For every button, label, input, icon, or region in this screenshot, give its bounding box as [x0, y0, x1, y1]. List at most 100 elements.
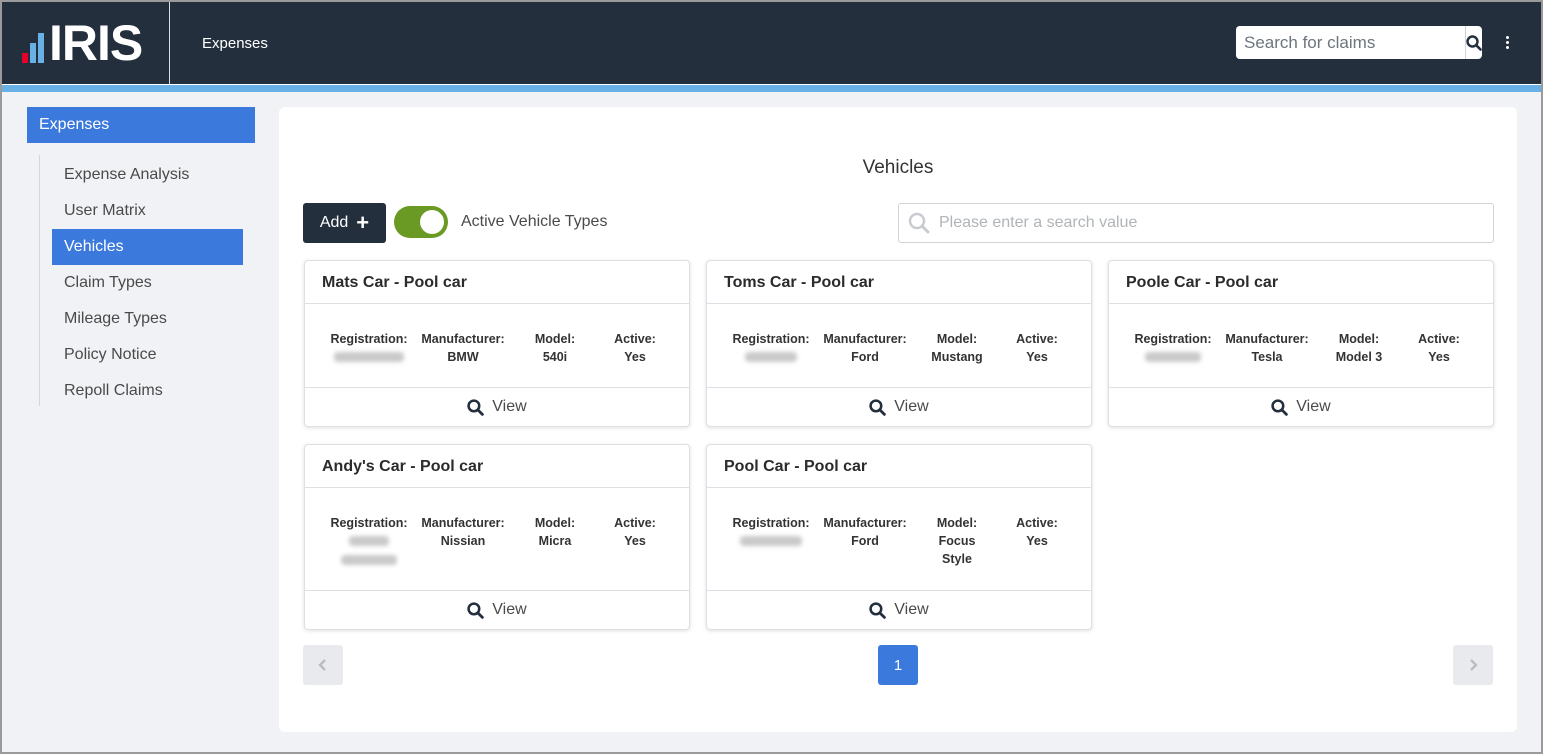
manufacturer-value: BMW — [447, 350, 479, 364]
sidebar-item-policy-notice[interactable]: Policy Notice — [52, 337, 243, 373]
manufacturer-label: Manufacturer: — [1225, 332, 1309, 346]
iris-logo[interactable]: IRIS — [2, 2, 170, 84]
model-value: 540i — [542, 350, 568, 364]
registration-value-redacted — [349, 536, 389, 546]
sidebar-item-expense-analysis[interactable]: Expense Analysis — [52, 157, 243, 193]
add-button-label: Add — [319, 214, 349, 231]
claims-search-button[interactable] — [1465, 26, 1482, 59]
active-value: Yes — [1428, 350, 1450, 364]
model-label: Model: — [1338, 332, 1380, 346]
toggle-label: Active Vehicle Types — [461, 213, 608, 230]
model-label: Model: — [534, 332, 576, 346]
manufacturer-label: Manufacturer: — [421, 332, 505, 346]
active-value: Yes — [624, 350, 646, 364]
search-icon — [869, 601, 887, 619]
view-button[interactable]: View — [707, 387, 1091, 426]
active-value: Yes — [624, 534, 646, 548]
model-label: Model: — [936, 332, 978, 346]
view-label: View — [492, 601, 527, 618]
pagination-page-button[interactable]: 1 — [878, 645, 918, 685]
search-icon — [467, 398, 485, 416]
active-label: Active: — [1016, 332, 1058, 346]
manufacturer-value: Nissian — [440, 534, 486, 548]
search-icon — [1466, 34, 1482, 51]
vehicle-card: Toms Car - Pool car Registration: Manufa… — [706, 260, 1092, 427]
manufacturer-label: Manufacturer: — [823, 332, 907, 346]
model-label: Model: — [534, 516, 576, 530]
sidebar-item-claim-types[interactable]: Claim Types — [52, 265, 243, 301]
more-options-icon[interactable] — [1506, 36, 1510, 51]
view-label: View — [492, 398, 527, 415]
active-vehicle-types-toggle[interactable] — [394, 206, 448, 238]
logo-text: IRIS — [49, 15, 143, 71]
model-value: Mustang — [931, 350, 983, 364]
view-button[interactable]: View — [305, 590, 689, 629]
vehicle-search — [898, 203, 1494, 243]
claims-search — [1236, 26, 1482, 59]
vehicle-card: Pool Car - Pool car Registration: Manufa… — [706, 444, 1092, 630]
vehicle-card: Mats Car - Pool car Registration: Manufa… — [304, 260, 690, 427]
registration-value-redacted — [1145, 352, 1201, 362]
manufacturer-label: Manufacturer: — [823, 516, 907, 530]
search-icon — [467, 601, 485, 619]
vehicle-card-title: Poole Car - Pool car — [1109, 261, 1493, 304]
search-icon — [908, 212, 930, 234]
manufacturer-label: Manufacturer: — [421, 516, 505, 530]
active-label: Active: — [1016, 516, 1058, 530]
registration-value-redacted — [334, 352, 404, 362]
add-vehicle-button[interactable]: Add + — [303, 203, 386, 243]
registration-label: Registration: — [330, 516, 408, 530]
sidebar-item-repoll-claims[interactable]: Repoll Claims — [52, 373, 243, 409]
model-value: Focus Style — [938, 534, 976, 566]
chevron-left-icon — [318, 659, 326, 671]
view-button[interactable]: View — [305, 387, 689, 426]
view-button[interactable]: View — [707, 590, 1091, 629]
manufacturer-value: Ford — [851, 350, 879, 364]
vehicle-card: Andy's Car - Pool car Registration: Manu… — [304, 444, 690, 630]
pagination-next-button[interactable] — [1453, 645, 1493, 685]
toggle-knob — [420, 210, 444, 234]
registration-label: Registration: — [732, 516, 810, 530]
active-value: Yes — [1026, 350, 1048, 364]
registration-value-redacted — [745, 352, 797, 362]
search-icon — [869, 398, 887, 416]
pagination-prev-button[interactable] — [303, 645, 343, 685]
registration-label: Registration: — [732, 332, 810, 346]
active-label: Active: — [614, 332, 656, 346]
manufacturer-value: Tesla — [1251, 350, 1283, 364]
search-icon — [1271, 398, 1289, 416]
view-label: View — [1296, 398, 1331, 415]
vehicle-card-title: Mats Car - Pool car — [305, 261, 689, 304]
registration-label: Registration: — [1134, 332, 1212, 346]
plus-icon: + — [356, 210, 370, 235]
claims-search-input[interactable] — [1236, 26, 1465, 59]
manufacturer-value: Ford — [851, 534, 879, 548]
page-title: Vehicles — [862, 157, 934, 178]
view-button[interactable]: View — [1109, 387, 1493, 426]
active-label: Active: — [614, 516, 656, 530]
header-accent-strip — [2, 84, 1541, 92]
top-bar: IRIS Expenses — [2, 2, 1541, 84]
sidebar-item-mileage-types[interactable]: Mileage Types — [52, 301, 243, 337]
view-label: View — [894, 601, 929, 618]
vehicle-card-title: Toms Car - Pool car — [707, 261, 1091, 304]
vehicle-card-title: Pool Car - Pool car — [707, 445, 1091, 488]
active-label: Active: — [1418, 332, 1460, 346]
view-label: View — [894, 398, 929, 415]
model-label: Model: — [936, 516, 978, 530]
sidebar-header-expenses[interactable]: Expenses — [27, 107, 255, 143]
app-title[interactable]: Expenses — [202, 35, 268, 52]
registration-label: Registration: — [330, 332, 408, 346]
chevron-right-icon — [1470, 659, 1478, 671]
vehicle-card-title: Andy's Car - Pool car — [305, 445, 689, 488]
active-value: Yes — [1026, 534, 1048, 548]
logo-bars-icon — [22, 23, 46, 63]
sidebar-item-vehicles[interactable]: Vehicles — [52, 229, 243, 265]
vehicle-search-input[interactable] — [939, 214, 1493, 232]
vehicles-panel: Vehicles Add + Active Vehicle Types Mats… — [279, 107, 1517, 732]
registration-value-redacted — [341, 555, 397, 565]
vehicle-card: Poole Car - Pool car Registration: Manuf… — [1108, 260, 1494, 427]
registration-value-redacted — [740, 536, 802, 546]
sidebar-divider — [39, 155, 40, 406]
sidebar-item-user-matrix[interactable]: User Matrix — [52, 193, 243, 229]
